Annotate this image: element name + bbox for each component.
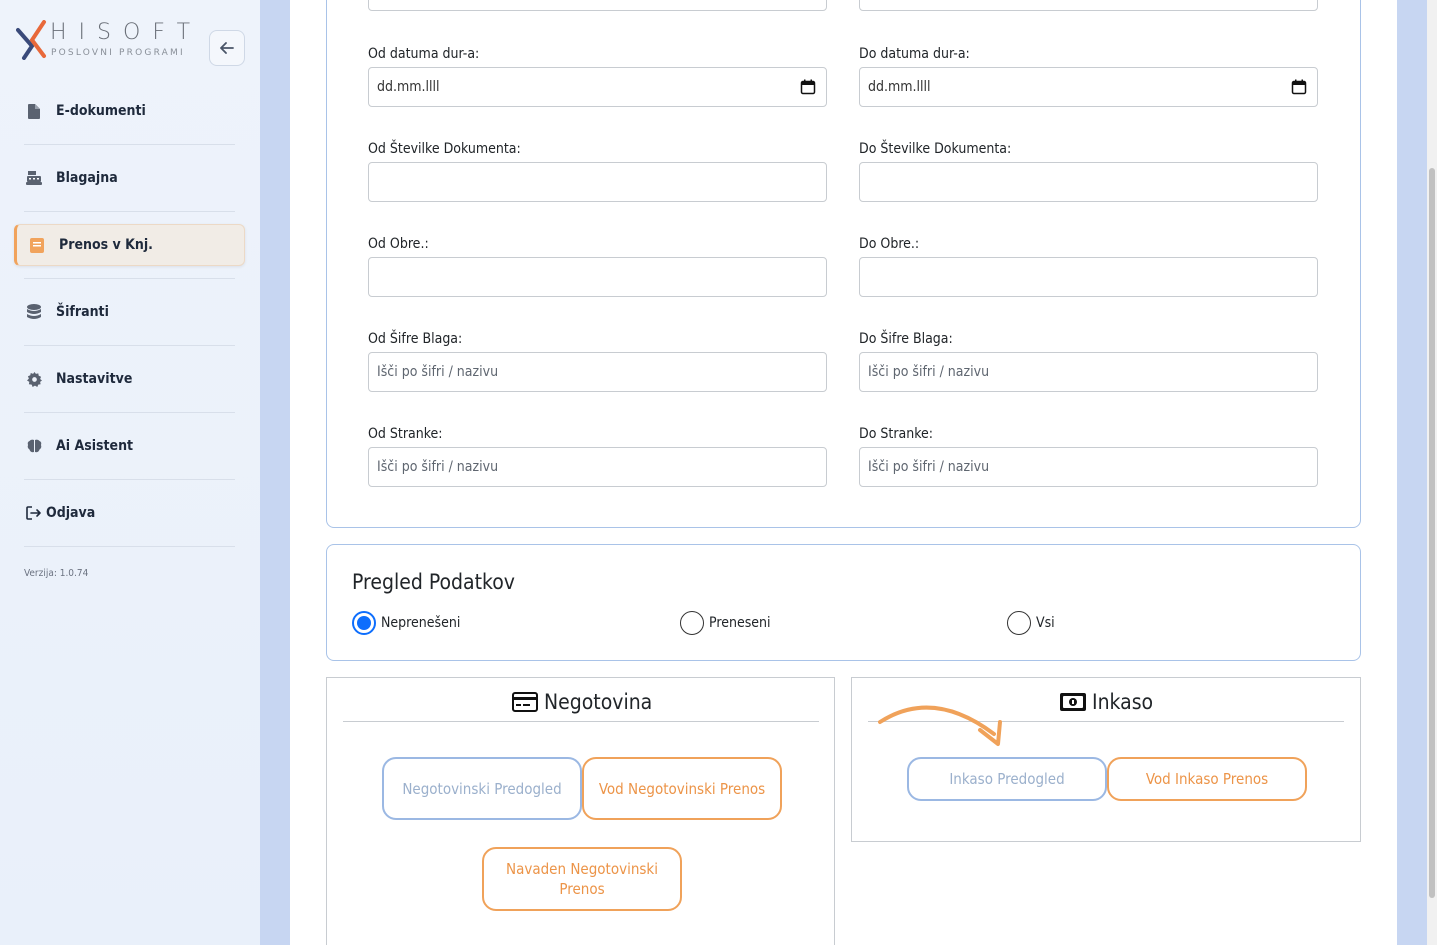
nav-divider — [24, 412, 235, 413]
sidebar-item-label: Nastavitve — [56, 371, 133, 387]
do-obre-label: Do Obre.: — [859, 236, 920, 252]
app-version: Verzija: 1.0.74 — [24, 568, 89, 579]
brand-tagline: POSLOVNI PROGRAMI — [51, 48, 185, 58]
do-datuma-input[interactable]: dd.mm.llll — [859, 67, 1318, 107]
logout-icon — [26, 505, 42, 521]
nav-divider — [24, 278, 235, 279]
negotovina-title: Negotovina — [512, 690, 652, 714]
collapse-sidebar-button[interactable] — [209, 30, 245, 66]
inkaso-title: Inkaso — [1060, 690, 1153, 714]
do-datuma-value: dd.mm.llll — [868, 79, 931, 95]
od-sifre-input[interactable]: Išči po šifri / nazivu — [368, 352, 827, 392]
filter-card: Od datuma dur-a: dd.mm.llll Do datuma du… — [326, 0, 1361, 528]
radio-label: Vsi — [1036, 615, 1055, 631]
negotovina-title-text: Negotovina — [544, 690, 653, 714]
od-stevilke-label: Od Številke Dokumenta: — [368, 141, 521, 157]
brain-icon — [26, 438, 42, 454]
hisoft-logo: HISOFT POSLOVNI PROGRAMI — [16, 20, 196, 66]
do-datuma-label: Do datuma dur-a: — [859, 46, 970, 62]
gear-icon — [26, 371, 42, 387]
calendar-icon[interactable] — [800, 79, 816, 95]
od-datuma-label: Od datuma dur-a: — [368, 46, 480, 62]
do-sifre-input[interactable]: Išči po šifri / nazivu — [859, 352, 1318, 392]
database-icon — [26, 304, 42, 320]
right-border — [1397, 0, 1427, 945]
radio-label: Neprenešeni — [381, 615, 461, 631]
do-obre-input[interactable] — [859, 257, 1318, 297]
radio-vsi[interactable]: Vsi — [1007, 611, 1055, 635]
logo-mark-icon — [16, 20, 46, 60]
sidebar: HISOFT POSLOVNI PROGRAMI E-dokumenti Bla… — [0, 0, 260, 945]
book-icon — [29, 237, 45, 253]
sidebar-item-label: Ai Asistent — [56, 438, 134, 454]
do-stranke-input[interactable]: Išči po šifri / nazivu — [859, 447, 1318, 487]
od-stranke-input[interactable]: Išči po šifri / nazivu — [368, 447, 827, 487]
do-sifre-label: Do Šifre Blaga: — [859, 331, 953, 347]
do-stranke-placeholder: Išči po šifri / nazivu — [868, 459, 990, 475]
radio-preneseni[interactable]: Preneseni — [680, 611, 771, 635]
vod-negotovinski-prenos-button[interactable]: Vod Negotovinski Prenos — [582, 757, 782, 820]
credit-card-icon — [512, 692, 538, 712]
radio-neprenešeni[interactable]: Neprenešeni — [352, 611, 460, 635]
cash-register-icon — [26, 170, 42, 186]
sidebar-item-odjava[interactable]: Odjava — [14, 492, 245, 534]
radio-circle[interactable] — [352, 611, 376, 635]
do-stevilke-input[interactable] — [859, 162, 1318, 202]
file-icon — [26, 103, 42, 119]
sidebar-item-label: Blagajna — [56, 170, 118, 186]
nav-divider — [24, 546, 235, 547]
sidebar-item-label: E-dokumenti — [56, 103, 146, 119]
scrollbar-thumb[interactable] — [1429, 168, 1435, 898]
od-obre-label: Od Obre.: — [368, 236, 429, 252]
radio-circle[interactable] — [680, 611, 704, 635]
sidebar-item-ai-asistent[interactable]: Ai Asistent — [14, 425, 245, 467]
negotovina-box: Negotovina Negotovinski Predogled Vod Ne… — [326, 677, 835, 945]
od-datuma-value: dd.mm.llll — [377, 79, 440, 95]
radio-label: Preneseni — [709, 615, 771, 631]
curved-arrow-icon — [878, 705, 1002, 746]
inkaso-title-text: Inkaso — [1092, 690, 1154, 714]
pregled-card: Pregled Podatkov Neprenešeni Preneseni V… — [326, 544, 1361, 661]
sidebar-item-blagajna[interactable]: Blagajna — [14, 157, 245, 199]
navaden-negotovinski-prenos-button[interactable]: Navaden Negotovinski Prenos — [482, 847, 682, 911]
od-obre-input[interactable] — [368, 257, 827, 297]
inkaso-box: Inkaso Inkaso Predogled Vod Inkaso Preno… — [851, 677, 1361, 842]
money-bill-icon — [1060, 693, 1086, 711]
negotovina-divider — [343, 721, 819, 722]
od-sifre-placeholder: Išči po šifri / nazivu — [377, 364, 499, 380]
do-stranke-label: Do Stranke: — [859, 426, 934, 442]
od-stranke-placeholder: Išči po šifri / nazivu — [377, 459, 499, 475]
sidebar-item-label: Šifranti — [56, 304, 109, 320]
nav-divider — [24, 479, 235, 480]
sidebar-item-sifranti[interactable]: Šifranti — [14, 291, 245, 333]
do-stevilke-label: Do Številke Dokumenta: — [859, 141, 1012, 157]
pregled-title: Pregled Podatkov — [352, 570, 515, 594]
od-sifre-label: Od Šifre Blaga: — [368, 331, 463, 347]
brand-name: HISOFT — [50, 20, 203, 45]
top-left-input[interactable] — [368, 0, 827, 11]
nav-divider — [24, 211, 235, 212]
nav-divider — [24, 345, 235, 346]
sidebar-item-prenos-v-knj[interactable]: Prenos v Knj. — [14, 224, 245, 266]
od-datuma-input[interactable]: dd.mm.llll — [368, 67, 827, 107]
arrow-left-icon — [220, 42, 234, 54]
nav-divider — [24, 144, 235, 145]
od-stranke-label: Od Stranke: — [368, 426, 443, 442]
od-stevilke-input[interactable] — [368, 162, 827, 202]
inkaso-predogled-button[interactable]: Inkaso Predogled — [907, 757, 1107, 801]
radio-circle[interactable] — [1007, 611, 1031, 635]
vod-inkaso-prenos-button[interactable]: Vod Inkaso Prenos — [1107, 757, 1307, 801]
sidebar-item-label: Odjava — [46, 505, 96, 521]
top-right-input[interactable] — [859, 0, 1318, 11]
sidebar-item-nastavitve[interactable]: Nastavitve — [14, 358, 245, 400]
do-sifre-placeholder: Išči po šifri / nazivu — [868, 364, 990, 380]
sidebar-border — [260, 0, 290, 945]
calendar-icon[interactable] — [1291, 79, 1307, 95]
sidebar-item-e-dokumenti[interactable]: E-dokumenti — [14, 90, 245, 132]
negotovinski-predogled-button[interactable]: Negotovinski Predogled — [382, 757, 582, 820]
sidebar-nav: E-dokumenti Blagajna Prenos v Knj. Šifra… — [14, 90, 245, 559]
sidebar-item-label: Prenos v Knj. — [59, 237, 153, 253]
